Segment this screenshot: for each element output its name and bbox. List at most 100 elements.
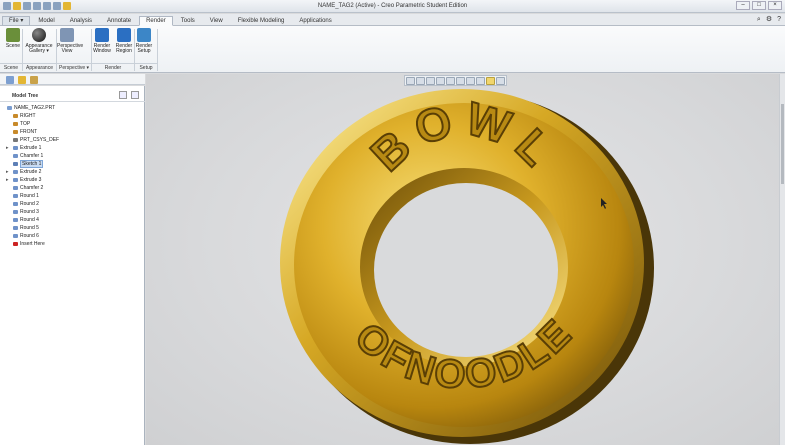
csys-icon (13, 138, 18, 142)
perspective-view-button[interactable]: Perspective View (57, 28, 84, 62)
perspective-view-icon (60, 28, 74, 42)
tab-file[interactable]: File ▾ (2, 16, 31, 26)
ribbon-group-divider (56, 29, 57, 71)
extrude-icon (13, 170, 18, 174)
tree-node-label: Round 2 (20, 201, 39, 207)
render-region-icon (117, 28, 131, 42)
ribbon-panel: Scene Appearance Gallery ▾ Perspective Vie… (0, 26, 785, 73)
tree-node-label: Extrude 3 (20, 177, 42, 183)
datum-plane-icon (13, 114, 18, 118)
chamfer-icon (13, 154, 18, 158)
model-tree-header: Model Tree (0, 89, 145, 102)
tree-node-label: Insert Here (20, 241, 45, 247)
ribbon-group-divider (157, 29, 158, 71)
ribbon-group-label: Setup (135, 63, 157, 72)
tree-node-label: Round 6 (20, 233, 39, 239)
ribbon-group-divider (91, 29, 92, 71)
tree-node-label: PRT_CSYS_DEF (20, 137, 60, 143)
expand-arrow-icon[interactable]: ▸ (6, 168, 9, 176)
tree-node-label: Round 4 (20, 217, 39, 223)
insert-here-icon (13, 242, 18, 246)
model-tree-title: Model Tree (12, 93, 39, 99)
ribbon-group-divider (22, 29, 23, 71)
ribbon-group-divider (134, 29, 135, 71)
tab-analysis[interactable]: Analysis (63, 16, 99, 26)
appearance-sphere-icon (32, 28, 46, 42)
render-window-icon (95, 28, 109, 42)
tree-node-label: Chamfer 2 (20, 185, 44, 191)
ribbon-button-label: Render Window (93, 43, 111, 54)
tab-view[interactable]: View (203, 16, 230, 26)
ribbon-button-label: Appearance Gallery ▾ (25, 43, 53, 54)
model-tree-panel: Model Tree NAME_TAG2.PRT RIGHT TOP FRONT PRT… (0, 86, 145, 445)
expand-arrow-icon[interactable]: ▸ (6, 144, 9, 152)
ribbon-group-label: Appearance (23, 63, 56, 72)
model-tree-tab-icon[interactable] (6, 76, 14, 84)
window-controls: – □ × (736, 1, 782, 10)
expand-arrow-icon[interactable]: ▸ (6, 176, 9, 184)
ribbon-tab-bar: File ▾ Model Analysis Annotate Render Tools Vi… (0, 14, 785, 26)
ribbon-button-label: Render Setup (135, 43, 153, 54)
tree-settings-icon[interactable] (119, 91, 127, 99)
window-title: NAME_TAG2 (Active) - Creo Parametric Stu… (317, 3, 468, 9)
help-icon[interactable]: ? (777, 16, 781, 24)
name-tag-model: BOWL OFNOODLE (280, 89, 654, 444)
round-icon (13, 194, 18, 198)
tree-node-label: Round 3 (20, 209, 39, 215)
navigator-tabs (0, 74, 145, 85)
round-icon (13, 210, 18, 214)
round-icon (13, 202, 18, 206)
ribbon-button-label: Perspective View (57, 43, 84, 54)
tree-node-label: Sketch 1 (20, 160, 44, 168)
ribbon-group-label[interactable]: Perspective ▾ (57, 63, 91, 72)
tree-node-label: NAME_TAG2.PRT (14, 105, 56, 111)
render-window-button[interactable]: Render Window (92, 28, 112, 62)
ribbon-button-label: Scene (5, 43, 21, 49)
maximize-icon[interactable]: □ (752, 1, 766, 10)
header-right-controls: ⌕ ⚙ ? (757, 16, 781, 24)
extrude-icon (13, 178, 18, 182)
folder-browser-tab-icon[interactable] (18, 76, 26, 84)
close-icon[interactable]: × (768, 1, 782, 10)
viewport-scrollbar[interactable] (779, 74, 785, 445)
tab-tools[interactable]: Tools (174, 16, 202, 26)
chamfer-icon (13, 186, 18, 190)
tab-annotate[interactable]: Annotate (100, 16, 138, 26)
scene-button[interactable]: Scene (3, 28, 23, 62)
creo-app-window: NAME_TAG2 (Active) - Creo Parametric Stu… (0, 0, 785, 445)
datum-plane-icon (13, 122, 18, 126)
round-icon (13, 226, 18, 230)
ribbon-group-label: Render (92, 63, 134, 72)
render-region-button[interactable]: Render Region (114, 28, 134, 62)
graphics-window[interactable]: BOWL OFNOODLE (146, 74, 785, 445)
ribbon-button-label: Render Region (115, 43, 133, 54)
search-icon[interactable]: ⌕ (757, 16, 761, 24)
render-setup-button[interactable]: Render Setup (134, 28, 154, 62)
tree-show-icon[interactable] (131, 91, 139, 99)
tree-node-label: FRONT (20, 129, 38, 135)
tab-render[interactable]: Render (139, 16, 173, 26)
minimize-icon[interactable]: – (736, 1, 750, 10)
datum-plane-icon (13, 130, 18, 134)
ribbon-group-label: Scene (0, 63, 22, 72)
tab-flexible-modeling[interactable]: Flexible Modeling (231, 16, 292, 26)
tree-node-label: Chamfer 1 (20, 153, 44, 159)
tree-node-label: TOP (20, 121, 31, 127)
scene-icon (6, 28, 20, 42)
tree-node-label: RIGHT (20, 113, 36, 119)
favorites-tab-icon[interactable] (30, 76, 38, 84)
part-icon (7, 106, 12, 110)
render-setup-icon (137, 28, 151, 42)
extrude-icon (13, 146, 18, 150)
tree-node-label: Extrude 2 (20, 169, 42, 175)
appearance-sphere-button[interactable]: Appearance Gallery ▾ (24, 28, 54, 62)
tab-model[interactable]: Model (31, 16, 61, 26)
settings-icon[interactable]: ⚙ (766, 16, 772, 24)
round-icon (13, 218, 18, 222)
tab-applications[interactable]: Applications (292, 16, 338, 26)
tree-node-label: Round 1 (20, 193, 39, 199)
tree-node-label: Round 5 (20, 225, 39, 231)
tree-node-label: Extrude 1 (20, 145, 42, 151)
title-bar: NAME_TAG2 (Active) - Creo Parametric Stu… (0, 0, 785, 13)
sketch-icon (13, 162, 18, 166)
